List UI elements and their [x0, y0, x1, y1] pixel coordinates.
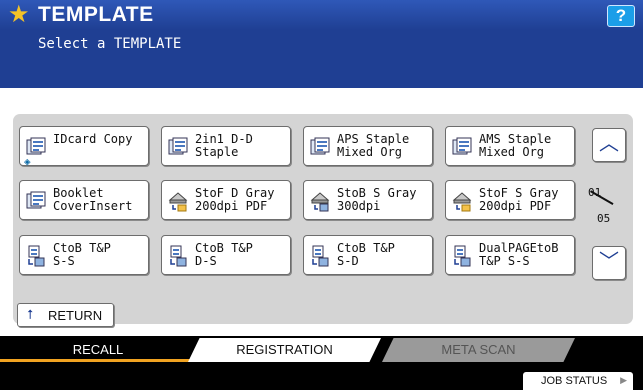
template-label-line1: IDcard Copy — [53, 132, 133, 146]
template-label: APS Staple Mixed Org — [337, 133, 409, 159]
page-down-button[interactable]: ﹀ — [592, 246, 626, 280]
copy-template-icon — [451, 136, 473, 158]
template-button[interactable]: StoB S Gray 300dpi — [303, 180, 433, 220]
template-button[interactable]: DualPAGEtoB T&P S-S — [445, 235, 575, 275]
copy-to-box-icon — [25, 245, 47, 267]
play-icon: ▶ — [620, 375, 627, 385]
page-up-button[interactable]: ︿ — [592, 128, 626, 162]
spacer — [0, 88, 643, 114]
template-label-line1: CtoB T&P — [53, 241, 111, 255]
template-button[interactable]: APS Staple Mixed Org — [303, 126, 433, 166]
template-label-line2: CoverInsert — [53, 199, 133, 213]
template-button[interactable]: 2in1 D-D Staple — [161, 126, 291, 166]
star-icon: ★ — [8, 1, 30, 28]
tab-bar: RECALL REGISTRATION META SCAN — [0, 336, 643, 362]
template-label-line2: Mixed Org — [337, 145, 403, 159]
template-label: IDcard Copy — [53, 133, 132, 146]
copy-template-icon — [309, 136, 331, 158]
template-button[interactable]: StoF D Gray 200dpi PDF — [161, 180, 291, 220]
template-label: AMS Staple Mixed Org — [479, 133, 551, 159]
template-label-line1: 2in1 D-D — [195, 132, 253, 146]
template-label: CtoB T&P S-D — [337, 242, 395, 268]
return-button[interactable]: ⭡ RETURN — [17, 303, 114, 327]
return-label: RETURN — [48, 308, 103, 323]
tab-meta-scan[interactable]: META SCAN — [382, 338, 575, 362]
template-label-line1: DualPAGEtoB — [479, 241, 559, 255]
template-button[interactable]: StoF S Gray 200dpi PDF — [445, 180, 575, 220]
template-label-line1: AMS Staple — [479, 132, 552, 146]
template-label-line2: 200dpi PDF — [195, 199, 268, 213]
scan-to-folder-icon — [451, 190, 473, 212]
template-label: CtoB T&P D-S — [195, 242, 253, 268]
template-label: StoF D Gray 200dpi PDF — [195, 187, 274, 213]
template-label-line2: S-S — [53, 254, 75, 268]
template-button[interactable]: IDcard Copy ◈ — [19, 126, 149, 168]
chevron-down-icon: ﹀ — [599, 251, 619, 273]
template-button[interactable]: CtoB T&P D-S — [161, 235, 291, 275]
page-title: TEMPLATE — [38, 3, 154, 26]
template-label-line1: StoF S Gray — [479, 186, 559, 200]
template-label: StoF S Gray 200dpi PDF — [479, 187, 558, 213]
template-label-line1: CtoB T&P — [195, 241, 253, 255]
template-button[interactable]: AMS Staple Mixed Org — [445, 126, 575, 166]
template-label-line2: T&P S-S — [479, 254, 530, 268]
template-label-line1: Booklet — [53, 186, 104, 200]
template-label-line2: Mixed Org — [479, 145, 545, 159]
help-button[interactable]: ? — [607, 5, 635, 27]
template-label-line1: APS Staple — [337, 132, 410, 146]
job-status-button[interactable]: JOB STATUS ▶ — [523, 372, 633, 390]
instruction-text: Select a TEMPLATE — [38, 36, 182, 52]
template-label: Booklet CoverInsert — [53, 187, 132, 213]
template-label-line2: S-D — [337, 254, 359, 268]
scan-to-folder-icon — [167, 190, 189, 212]
chevron-up-icon: ︿ — [599, 133, 619, 155]
template-label: 2in1 D-D Staple — [195, 133, 253, 159]
template-label-line2: Staple — [195, 145, 239, 159]
template-label-line2: 300dpi — [337, 199, 381, 213]
message-area: Select a TEMPLATE — [0, 30, 643, 88]
total-pages: 05 — [597, 212, 611, 225]
template-button[interactable]: Booklet CoverInsert — [19, 180, 149, 220]
scan-to-box-icon — [309, 190, 331, 212]
shared-badge-icon: ◈ — [24, 155, 31, 168]
copy-to-box-icon — [167, 245, 189, 267]
copy-template-icon — [25, 190, 47, 212]
template-label-line1: StoF D Gray — [195, 186, 275, 200]
status-bar: JOB STATUS ▶ — [0, 362, 643, 390]
template-label: CtoB T&P S-S — [53, 242, 111, 268]
job-status-label: JOB STATUS — [541, 375, 608, 387]
copy-template-icon — [167, 136, 189, 158]
template-label: StoB S Gray 300dpi — [337, 187, 416, 213]
template-label-line1: CtoB T&P — [337, 241, 395, 255]
return-arrow-icon: ⭡ — [27, 307, 34, 322]
tab-recall[interactable]: RECALL — [0, 338, 196, 362]
template-button[interactable]: CtoB T&P S-S — [19, 235, 149, 275]
template-label-line1: StoB S Gray — [337, 186, 417, 200]
title-bar: ★ TEMPLATE ? — [0, 0, 643, 30]
copy-to-box-icon — [309, 245, 331, 267]
template-label-line2: 200dpi PDF — [479, 199, 552, 213]
tab-registration[interactable]: REGISTRATION — [188, 338, 381, 362]
copy-to-box-icon — [451, 245, 473, 267]
template-button[interactable]: CtoB T&P S-D — [303, 235, 433, 275]
template-label: DualPAGEtoB T&P S-S — [479, 242, 558, 268]
template-label-line2: D-S — [195, 254, 217, 268]
